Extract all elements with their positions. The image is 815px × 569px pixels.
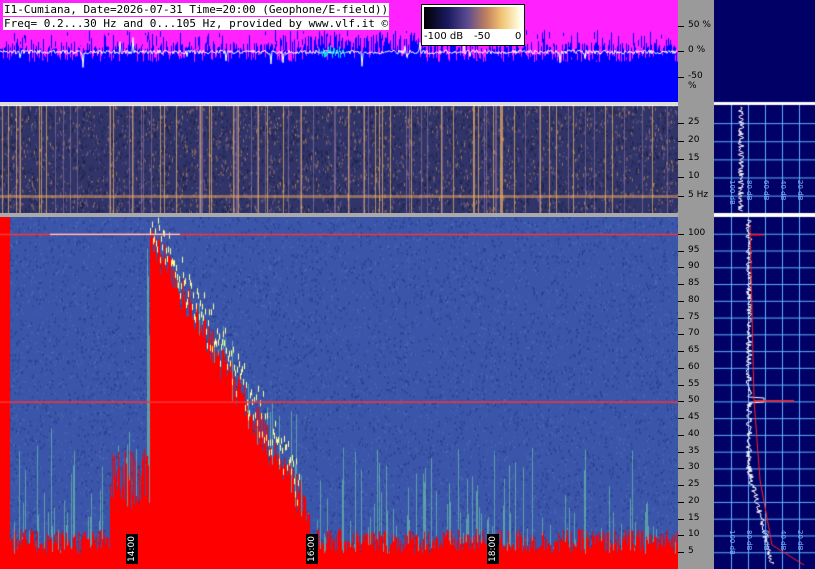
low-freq-spectrogram (0, 105, 678, 213)
high-freq-axis-tick: 35 (688, 445, 700, 456)
colorbar-label-mid: -50 (474, 31, 491, 42)
waveform-axis-tick-mark (678, 25, 684, 27)
high-freq-axis-tick-mark (678, 535, 684, 537)
db-tick-label: 60 dB (762, 530, 770, 551)
high-freq-axis-tick: 75 (688, 311, 700, 322)
high-freq-axis-tick-mark (678, 401, 684, 403)
high-freq-axis-tick: 45 (688, 412, 700, 423)
colorbar-label-min: -100 dB (424, 31, 464, 42)
high-freq-axis-tick: 60 (688, 361, 700, 372)
low-freq-axis-tick-mark (678, 141, 684, 143)
high-freq-axis-tick: 70 (688, 328, 700, 339)
high-freq-axis-tick: 15 (688, 512, 700, 523)
low-freq-canvas (0, 105, 678, 213)
waveform-axis-tick-mark (678, 51, 684, 52)
high-freq-axis-tick: 10 (688, 529, 700, 540)
db-tick-label: 40 dB (779, 530, 787, 551)
low-freq-axis-tick-mark (678, 159, 684, 161)
high-freq-axis-tick-mark (678, 233, 684, 235)
high-freq-axis-tick-mark (678, 418, 684, 420)
high-freq-canvas (0, 217, 678, 569)
waveform-axis-tick: 50 % (688, 19, 711, 30)
high-freq-axis-tick-mark (678, 468, 684, 470)
high-freq-axis-tick: 100 (688, 227, 706, 238)
high-freq-axis-tick-mark (678, 518, 684, 520)
high-freq-axis-tick-mark (678, 451, 684, 453)
high-freq-axis-tick-mark (678, 317, 684, 319)
y-axis-column: 50 % 0 % -50 % 25 20 15 10 5 Hz 100 95 90 85 80 75 7… (678, 0, 714, 569)
colorbar-legend: -100 dB -50 0 (421, 4, 525, 46)
waveform-axis-tick: -50 % (688, 70, 703, 91)
spectrum-panel: 100 dB 80 dB 60 dB 40 dB 20 dB 100 dB 80 dB 60… (714, 0, 815, 569)
spectrum-canvas (714, 0, 815, 569)
high-freq-axis-tick-mark (678, 552, 684, 554)
low-freq-axis-tick-mark (678, 177, 684, 179)
db-tick-label: 80 dB (745, 530, 753, 551)
high-freq-axis-tick-mark (678, 434, 684, 436)
high-freq-axis-tick: 65 (688, 345, 700, 356)
vlf-spectrogram-page: I1-Cumiana, Date=2026-07-31 Time=20:00 (… (0, 0, 815, 569)
high-freq-axis-tick: 95 (688, 244, 700, 255)
high-freq-axis-tick-mark (678, 485, 684, 487)
high-freq-axis-tick-mark (678, 267, 684, 269)
waveform-axis-tick-mark (678, 76, 684, 78)
db-tick-label: 80 dB (745, 180, 753, 201)
time-label-14: 14:00 (126, 534, 138, 564)
header-line-1: I1-Cumiana, Date=2026-07-31 Time=20:00 (… (3, 3, 390, 16)
high-freq-axis-tick: 55 (688, 378, 700, 389)
high-freq-axis-tick: 25 (688, 479, 700, 490)
waveform-panel: I1-Cumiana, Date=2026-07-31 Time=20:00 (… (0, 0, 678, 102)
high-freq-axis-tick-mark (678, 334, 684, 336)
low-freq-axis-tick-mark (678, 123, 684, 125)
low-freq-axis-tick: 15 (688, 153, 700, 164)
high-freq-axis-tick-mark (678, 501, 684, 503)
low-freq-axis-tick-mark (678, 195, 684, 197)
low-freq-axis-tick: 5 Hz (688, 189, 709, 200)
db-tick-label: 40 dB (779, 180, 787, 201)
high-freq-axis-tick: 90 (688, 261, 700, 272)
high-freq-axis-tick-mark (678, 284, 684, 286)
colorbar-gradient (424, 7, 520, 29)
low-freq-axis-tick: 10 (688, 171, 700, 182)
high-freq-axis-tick-mark (678, 384, 684, 386)
high-freq-spectrogram: 14:00 16:00 18:00 (0, 217, 678, 569)
low-freq-axis-tick: 25 (688, 117, 700, 128)
header-line-2: Freq= 0.2...30 Hz and 0...105 Hz, provid… (3, 17, 390, 30)
db-tick-label: 100 dB (728, 180, 736, 205)
db-tick-label: 20 dB (796, 530, 804, 551)
db-tick-label: 100 dB (728, 530, 736, 555)
high-freq-axis-tick: 80 (688, 294, 700, 305)
high-freq-axis-tick: 5 (688, 546, 694, 557)
high-freq-axis-tick-mark (678, 351, 684, 353)
high-freq-axis-tick: 85 (688, 278, 700, 289)
time-label-16: 16:00 (306, 534, 318, 564)
high-freq-axis-tick: 20 (688, 495, 700, 506)
colorbar-label-max: 0 (515, 31, 522, 42)
time-label-18: 18:00 (487, 534, 499, 564)
high-freq-axis-tick-mark (678, 367, 684, 369)
high-freq-axis-tick-mark (678, 300, 684, 302)
low-freq-axis-tick: 20 (688, 135, 700, 146)
waveform-axis-tick: 0 % (688, 45, 706, 55)
high-freq-axis-tick-mark (678, 250, 684, 252)
db-tick-label: 20 dB (796, 180, 804, 201)
db-tick-label: 60 dB (762, 180, 770, 201)
high-freq-axis-tick: 30 (688, 462, 700, 473)
high-freq-axis-tick: 50 (688, 395, 700, 406)
high-freq-axis-tick: 40 (688, 428, 700, 439)
